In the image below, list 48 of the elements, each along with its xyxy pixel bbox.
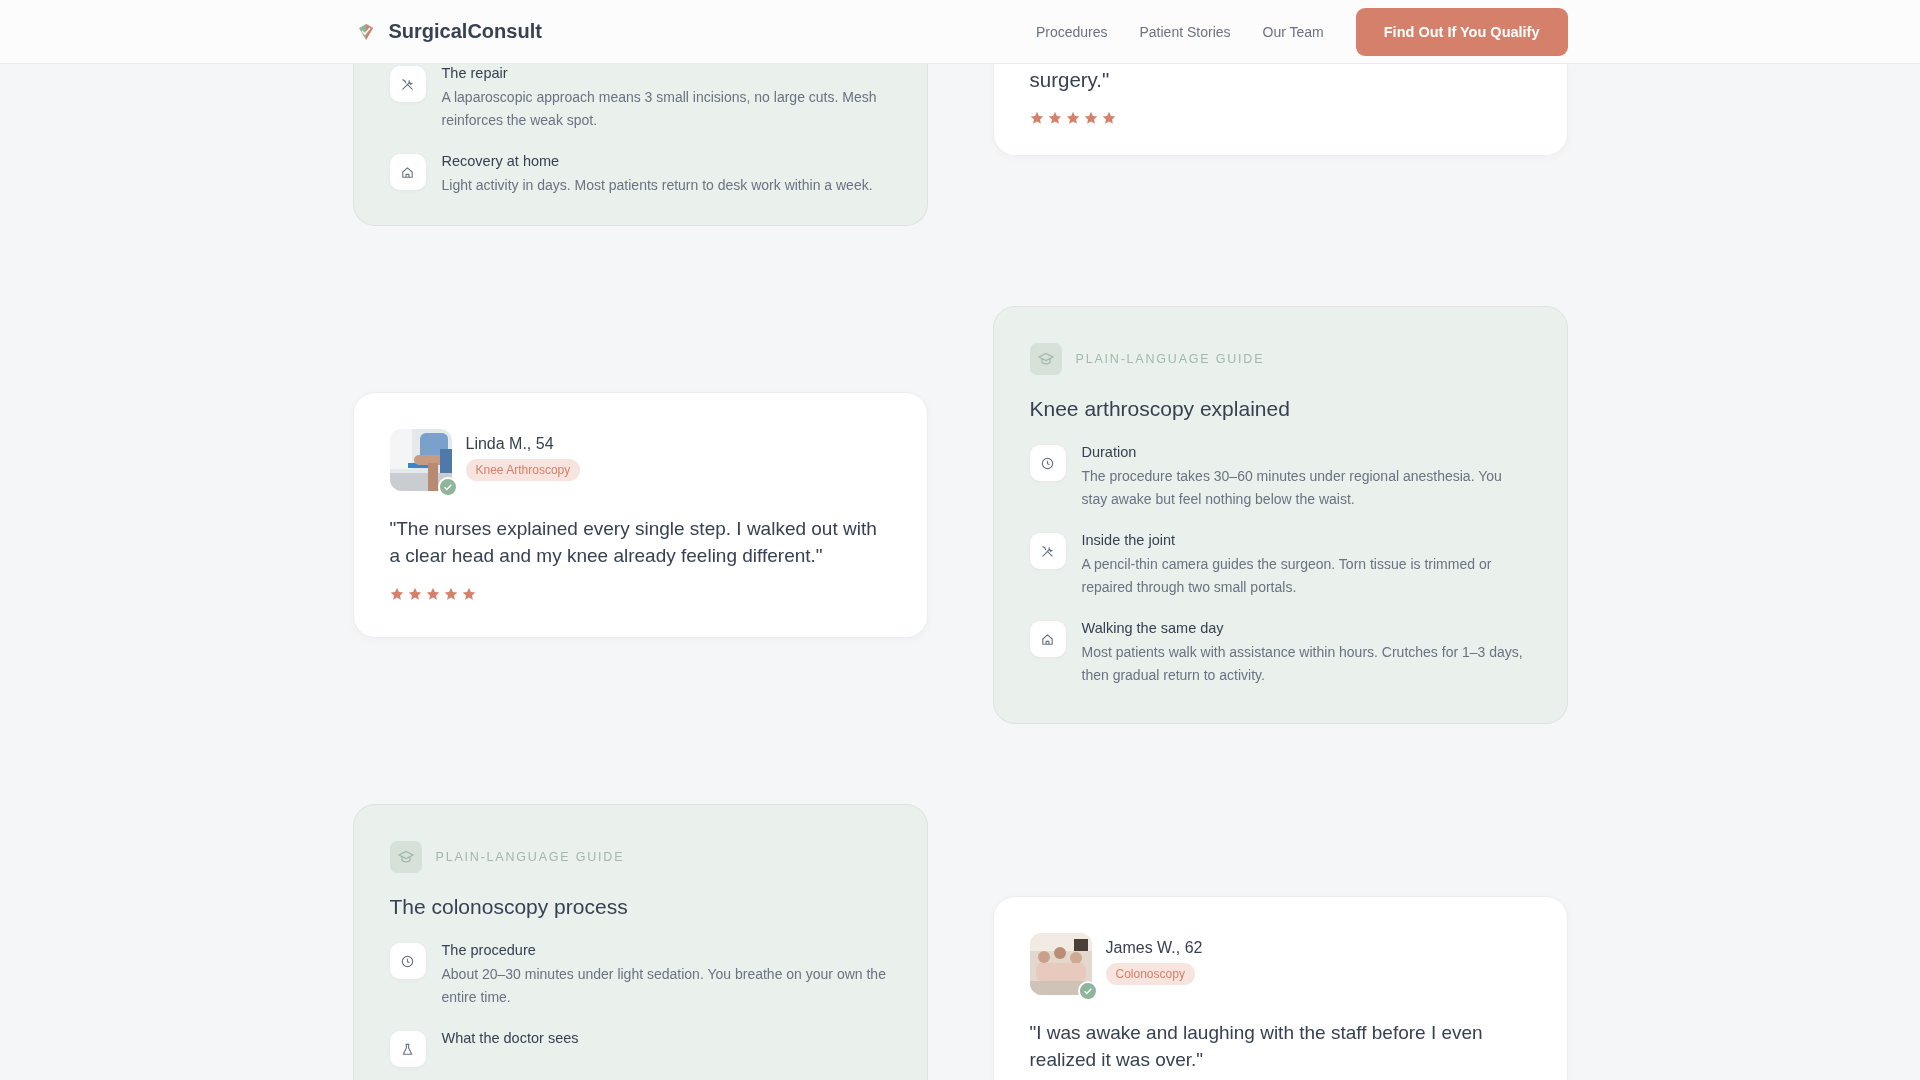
clock-icon	[1029, 445, 1066, 481]
step-description: A laparoscopic approach means 3 small incisions, no large cuts. Mesh reinforces the weak spot.	[441, 88, 878, 130]
step-title: The repair	[441, 64, 509, 82]
star-icon	[425, 587, 440, 601]
nav-link[interactable]: Patient Stories	[1139, 23, 1231, 40]
home-icon	[1029, 621, 1066, 657]
step-title: Duration	[1081, 443, 1138, 461]
step-description: About 20–30 minutes under light sedation. You breathe on your own the entire time.	[441, 965, 887, 1007]
step-description: The procedure takes 30–60 minutes under regional anesthesia. You stay awake but feel nothing below the waist.	[1081, 467, 1503, 509]
step-title: Inside the joint	[1081, 531, 1176, 549]
star-icon	[407, 587, 422, 601]
star-icon	[1047, 111, 1062, 125]
star-icon	[461, 587, 476, 601]
step-title: The procedure	[441, 941, 537, 959]
graduation-cap-icon	[1029, 343, 1062, 375]
star-icon	[1029, 111, 1044, 125]
step-description: A pencil-thin camera guides the surgeon. Torn tissue is trimmed or repaired through two small portals.	[1081, 555, 1493, 597]
step-title: Recovery at home	[441, 152, 561, 170]
star-icon	[1083, 111, 1098, 125]
patient-name: James W., 62	[1105, 939, 1203, 957]
star-icon	[1065, 111, 1080, 125]
step-description: Most patients walk with assistance within hours. Crutches for 1–3 days, then gradual return to activity.	[1081, 643, 1524, 685]
procedure-tag: Knee Arthroscopy	[465, 459, 581, 481]
qualify-button[interactable]: Find Out If You Qualify	[1355, 7, 1568, 56]
star-icon	[443, 587, 458, 601]
step-title: What the doctor sees	[441, 1029, 580, 1047]
step-description: Light activity in days. Most patients return to desk work within a week.	[441, 176, 874, 195]
patient-name: Linda M., 54	[465, 435, 554, 453]
testimonial-quote: "I was awake and laughing with the staff before I even realized it was over."	[1029, 1021, 1484, 1072]
star-icon	[389, 587, 404, 601]
star-icon	[1101, 111, 1116, 125]
nav-link[interactable]: Procedures	[1035, 23, 1108, 40]
guide-label: PLAIN-LANGUAGE GUIDE	[435, 850, 625, 864]
testimonial-quote: surgery."	[1029, 67, 1111, 93]
guide-title: Knee arthroscopy explained	[1029, 397, 1291, 421]
testimonial-quote: "The nurses explained every single step. I walked out with a clear head and my knee already feeling different."	[389, 517, 878, 568]
guide-label: PLAIN-LANGUAGE GUIDE	[1075, 352, 1265, 366]
brand-name[interactable]: SurgicalConsult	[388, 20, 542, 43]
tools-icon	[389, 66, 426, 102]
home-icon	[389, 154, 426, 190]
tools-icon	[1029, 533, 1066, 569]
guide-title: The colonoscopy process	[389, 895, 629, 919]
step-title: Walking the same day	[1081, 619, 1225, 637]
procedure-tag: Colonoscopy	[1105, 963, 1195, 985]
clock-icon	[389, 943, 426, 979]
nav-link[interactable]: Our Team	[1262, 23, 1324, 40]
graduation-cap-icon	[389, 841, 422, 873]
flask-icon	[389, 1031, 426, 1067]
